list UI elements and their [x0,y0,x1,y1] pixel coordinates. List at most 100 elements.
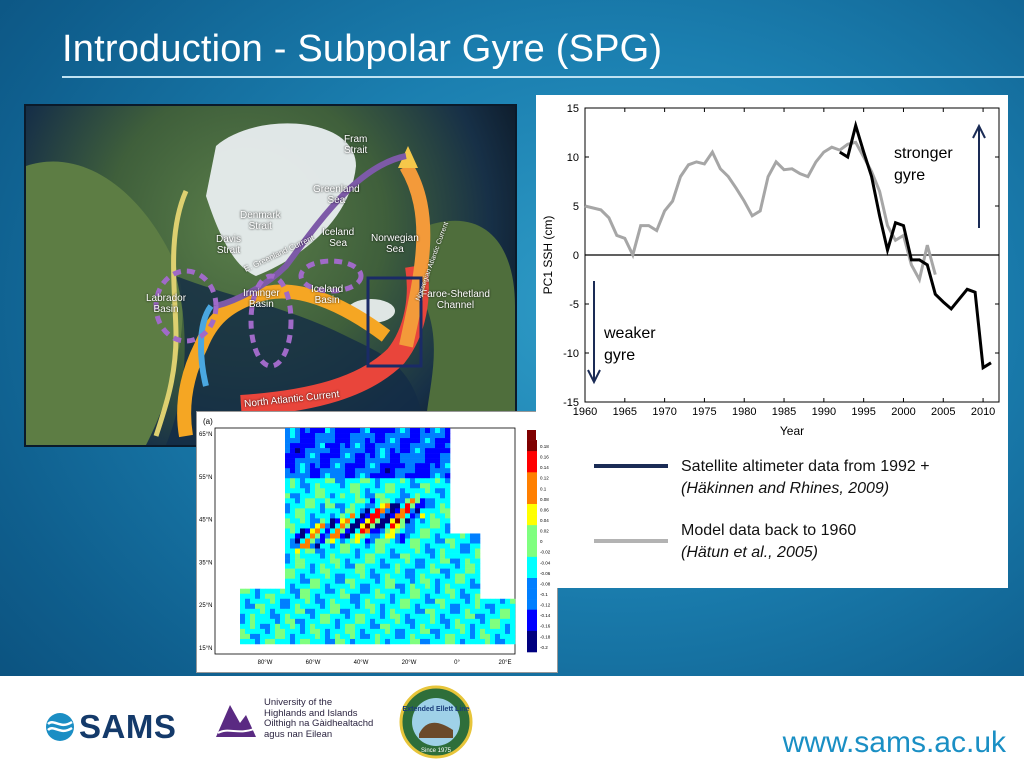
heatmap-cell [410,588,416,595]
heatmap-cell [385,433,391,439]
heatmap-cell [405,463,411,469]
heatmap-cell [315,638,321,645]
heatmap-cell [510,613,516,620]
heatmap-cell [440,638,446,645]
heatmap-cell [310,443,316,449]
heatmap-cell [305,583,311,590]
heatmap-cell [425,518,431,524]
heatmap-cell [305,473,311,479]
heatmap-cell [445,453,451,459]
heatmap-cell [375,588,381,595]
heatmap-cell [345,488,351,494]
heatmap-cell [455,613,461,620]
heatmap-cell [350,548,356,554]
heatmap-cell [405,528,411,534]
y-tick-label: -15 [563,397,579,409]
heatmap-cell [285,453,291,459]
heatmap-cell [445,613,451,620]
heatmap-cell [390,618,396,625]
heatmap-cell [435,508,441,514]
website-link[interactable]: www.sams.ac.uk [783,726,1006,760]
heatmap-cell [455,593,461,600]
heatmap-cell [325,513,331,519]
heatmap-cell [305,633,311,640]
heatmap-cell [410,523,416,529]
heatmap-cell [375,638,381,645]
heatmap-cell [380,468,386,474]
heatmap-cell [370,638,376,645]
heatmap-cell [355,443,361,449]
heatmap-cell [270,613,276,620]
heatmap-cell [325,438,331,444]
heatmap-cell [335,628,341,635]
heatmap-cell [385,548,391,554]
heatmap-cell [345,443,351,449]
heatmap-cell [335,638,341,645]
heatmap-cell [325,448,331,454]
heatmap-cell [350,593,356,600]
heatmap-cell [350,598,356,605]
heatmap-cell [430,463,436,469]
heatmap-cell [505,618,511,625]
heatmap-cell [395,478,401,484]
heatmap-lon-label: 20°W [402,660,417,666]
heatmap-cell [350,488,356,494]
heatmap-cell [450,573,456,579]
extended-ellett-line-logo[interactable]: Extended Ellett Line Since 1975 [399,682,473,762]
heatmap-cell [440,568,446,574]
satellite-legend-citation: (Häkinnen and Rhines, 2009) [681,480,890,497]
heatmap-cell [375,578,381,584]
heatmap-cell [435,598,441,605]
heatmap-cell [470,533,476,539]
colorbar-tick-label: -0.04 [540,560,551,565]
heatmap-cell [390,588,396,595]
heatmap-cell [245,633,251,640]
sams-logo[interactable]: SAMS [45,708,176,746]
heatmap-cell [405,448,411,454]
heatmap-cell [445,448,451,454]
heatmap-cell [430,493,436,499]
heatmap-cell [285,578,291,584]
heatmap-cell [260,598,266,605]
colorbar-segment [527,620,537,632]
heatmap-cell [295,638,301,645]
heatmap-cell [335,433,341,439]
heatmap-cell [385,463,391,469]
heatmap-cell [420,588,426,595]
heatmap-cell [430,518,436,524]
heatmap-cell [390,453,396,459]
heatmap-cell [450,613,456,620]
heatmap-cell [405,613,411,620]
norwegian-sea-label: Norwegian Sea [371,233,419,255]
heatmap-cell [360,598,366,605]
heatmap-cell [305,593,311,600]
heatmap-cell [420,558,426,564]
heatmap-cell [330,613,336,620]
heatmap-cell [470,618,476,625]
heatmap-cell [325,433,331,439]
heatmap-cell [395,493,401,499]
heatmap-cell [275,613,281,620]
heatmap-cell [375,633,381,640]
heatmap-cell [410,448,416,454]
heatmap-cell [365,528,371,534]
heatmap-cell [385,568,391,574]
heatmap-cell [465,638,471,645]
heatmap-cell [240,613,246,620]
heatmap-cell [315,558,321,564]
heatmap-cell [345,573,351,579]
heatmap-cell [295,598,301,605]
heatmap-cell [335,588,341,595]
heatmap-cell [440,578,446,584]
uhi-logo[interactable]: University of the Highlands and Islands … [214,697,373,741]
heatmap-cell [365,463,371,469]
heatmap-cell [425,463,431,469]
heatmap-cell [315,498,321,504]
heatmap-cell [330,543,336,549]
heatmap-cell [330,488,336,494]
heatmap-cell [360,498,366,504]
heatmap-cell [445,558,451,564]
heatmap-cell [365,473,371,479]
colorbar-segment [527,493,537,505]
heatmap-cell [375,533,381,539]
